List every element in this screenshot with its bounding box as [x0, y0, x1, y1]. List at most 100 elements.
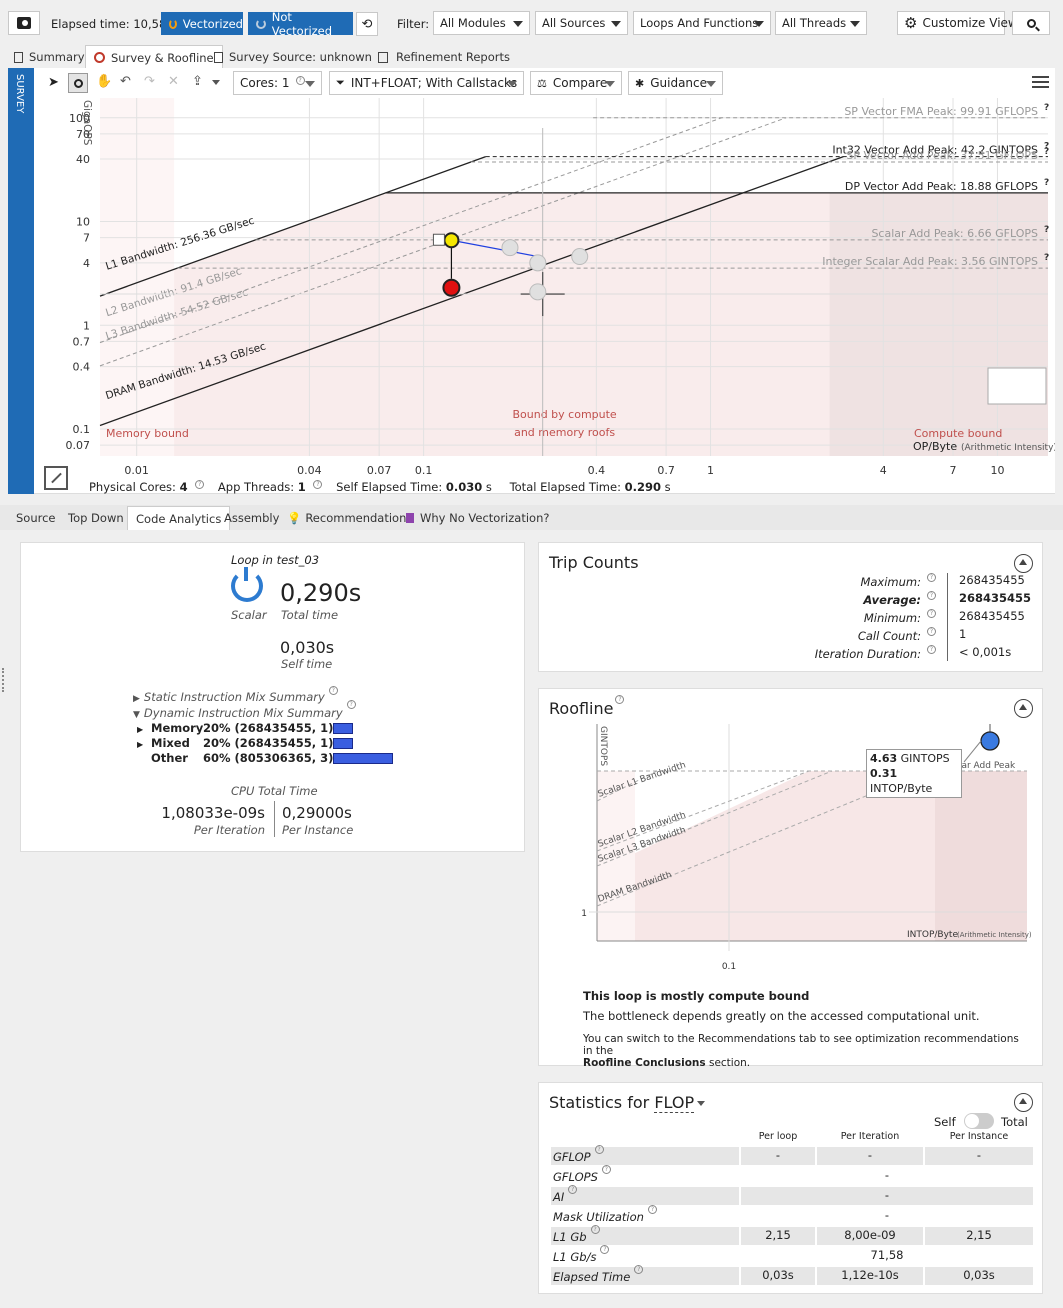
search-button[interactable] — [1012, 11, 1050, 35]
mix-value: 60% (805306365, 3) — [203, 751, 334, 765]
help-icon: ? — [590, 1225, 600, 1234]
customize-view-button[interactable]: ⚙ Customize View — [897, 11, 1018, 35]
compare-select[interactable]: ⚖ Compare — [530, 71, 622, 95]
tab-survey-roofline[interactable]: Survey & Roofline — [85, 45, 223, 69]
self-time-label: Self time — [281, 657, 333, 671]
not-vectorized-toggle[interactable]: Not Vectorized — [248, 10, 353, 38]
tab-top-down[interactable]: Top Down — [60, 507, 132, 529]
stats-row: GFLOPS? - — [551, 1165, 1033, 1185]
help-icon: ? — [594, 1145, 604, 1154]
threads-select[interactable]: All Threads — [775, 11, 867, 35]
help-icon: ? — [313, 480, 323, 489]
loops-select[interactable]: Loops And Functions — [633, 11, 771, 35]
tab-code-analytics[interactable]: Code Analytics — [127, 506, 231, 530]
x-tick-label: 1 — [707, 464, 714, 477]
help-icon: ? — [927, 627, 936, 636]
collapse-button[interactable] — [1014, 699, 1033, 718]
collapse-button[interactable] — [1014, 1093, 1033, 1112]
pan-tool-icon[interactable]: ✋ — [96, 74, 112, 89]
stats-metric-select[interactable]: FLOP — [654, 1093, 695, 1113]
toggle-knob — [965, 1114, 979, 1128]
guidance-select[interactable]: ✱ Guidance — [628, 71, 723, 95]
expand-chart-icon[interactable] — [44, 466, 68, 490]
y-tick-label: 1 — [83, 319, 90, 332]
tab-source[interactable]: Source — [8, 507, 64, 529]
select-tool-icon[interactable]: ➤ — [48, 75, 59, 90]
self-elapsed-label: Self Elapsed Time: — [336, 480, 443, 494]
mix-row[interactable]: Other 60% (805306365, 3) — [137, 751, 397, 766]
static-mix-toggle[interactable]: ▶ Static Instruction Mix Summary? — [133, 686, 338, 704]
tab-assembly[interactable]: Assembly — [216, 507, 287, 529]
stats-cell: - — [741, 1187, 1033, 1205]
per-instance-label: Per Instance — [282, 823, 354, 837]
tab-summary[interactable]: Summary — [8, 46, 93, 68]
loop-total-time: 0,290s — [280, 579, 362, 607]
y-tick-label: 7 — [83, 232, 90, 245]
chevron-up-icon — [1019, 1098, 1027, 1104]
tab-survey-source[interactable]: Survey Source: unknown — [206, 46, 380, 68]
sources-select[interactable]: All Sources — [535, 11, 628, 35]
tab-refinement[interactable]: Refinement Reports — [370, 46, 518, 68]
modules-select[interactable]: All Modules — [433, 11, 530, 35]
survey-side-bar[interactable]: SURVEY — [8, 68, 34, 494]
x-axis-sublabel: (Arithmetic Intensity) — [961, 443, 1055, 453]
trip-counts-list: Maximum:? 268435455 Average:? 268435455 Mini… — [769, 573, 1039, 665]
mix-row[interactable]: ▶ Memory20% (268435455, 1) — [137, 721, 397, 736]
chevron-down-icon[interactable] — [212, 80, 220, 85]
mix-row[interactable]: ▶ Mixed 20% (268435455, 1) — [137, 736, 397, 751]
collapse-button[interactable] — [1014, 554, 1033, 573]
stats-cell: - — [741, 1147, 815, 1165]
zoom-tool-button[interactable] — [68, 73, 88, 93]
trip-row: Minimum:? 268435455 — [769, 609, 1039, 627]
roofline-chart[interactable]: 0.01 0.04 0.07 0.1 0.4 0.7 1 4 7 101007040107410.… — [34, 98, 1055, 480]
trip-value: 1 — [959, 627, 967, 641]
trip-key: Iteration Duration: — [814, 647, 921, 661]
peak-label: Integer Scalar Add Peak: 3.56 GINTOPS — [822, 255, 1038, 268]
refresh-icon: ⟲ — [361, 16, 373, 32]
help-icon: ? — [927, 573, 936, 582]
self-total-toggle[interactable] — [964, 1113, 994, 1129]
data-filter-select[interactable]: ⏷ INT+FLOAT; With Callstacks — [329, 71, 524, 95]
camera-button[interactable] — [8, 11, 40, 35]
chevron-down-icon — [305, 81, 315, 87]
peak-label: SP Vector FMA Peak: 99.91 GFLOPS — [844, 105, 1038, 118]
cores-select[interactable]: Cores: 1? — [233, 71, 322, 95]
tab-survey-source-label: Survey Source: unknown — [229, 50, 372, 64]
loop-kind: Scalar — [231, 608, 267, 622]
dynamic-mix-toggle[interactable]: ▼ Dynamic Instruction Mix Summary? — [133, 700, 356, 720]
vectorized-toggle[interactable]: Vectorized — [161, 12, 243, 35]
stats-row-name: L1 Gb/s? — [551, 1245, 739, 1265]
survey-icon — [94, 52, 105, 63]
close-icon[interactable]: ✕ — [168, 74, 179, 89]
vectorized-label: Vectorized — [182, 16, 243, 31]
help-icon: ? — [647, 1205, 657, 1214]
loop-title: Loop in test_03 — [231, 553, 320, 567]
stats-cell: 2,15 — [925, 1227, 1033, 1245]
help-icon: ? — [295, 75, 305, 85]
dynamic-mix-label: Dynamic Instruction Mix Summary — [143, 706, 343, 720]
stats-cell: - — [817, 1147, 923, 1165]
resize-handle-icon[interactable] — [2, 668, 5, 692]
expand-box-icon — [432, 233, 445, 246]
undo-icon[interactable]: ↶ — [120, 74, 131, 89]
export-icon[interactable]: ⇪ — [192, 74, 203, 89]
customize-label: Customize View — [922, 16, 1018, 30]
tooltip-gintops-unit: GINTOPS — [900, 752, 950, 765]
mini-roofline-chart[interactable]: 10.1GINTOPS Scalar Add PeakScalar L1 Band… — [579, 719, 1039, 974]
loop-self-time: 0,030s — [280, 638, 335, 657]
tab-why-no-vectorization[interactable]: Why No Vectorization? — [398, 507, 557, 529]
elapsed-time: Elapsed time: 10,58s — [51, 17, 173, 31]
help-icon: ? — [615, 695, 625, 704]
tab-refinement-label: Refinement Reports — [396, 50, 511, 64]
hamburger-menu-icon[interactable] — [1032, 76, 1049, 88]
total-elapsed-label: Total Elapsed Time: — [509, 480, 621, 494]
stats-row-name: L1 Gb? — [551, 1225, 739, 1245]
stats-row-name: Elapsed Time? — [551, 1265, 739, 1285]
reset-filter-button[interactable]: ⟲ — [356, 12, 378, 36]
roofline-conclusions-link[interactable]: Roofline Conclusions — [583, 1057, 706, 1069]
x-tick-label: 0.07 — [367, 464, 392, 477]
modules-value: All Modules — [440, 16, 506, 30]
chevron-down-icon[interactable] — [697, 1101, 706, 1106]
redo-icon[interactable]: ↷ — [144, 74, 155, 89]
loop-dot — [501, 239, 519, 257]
